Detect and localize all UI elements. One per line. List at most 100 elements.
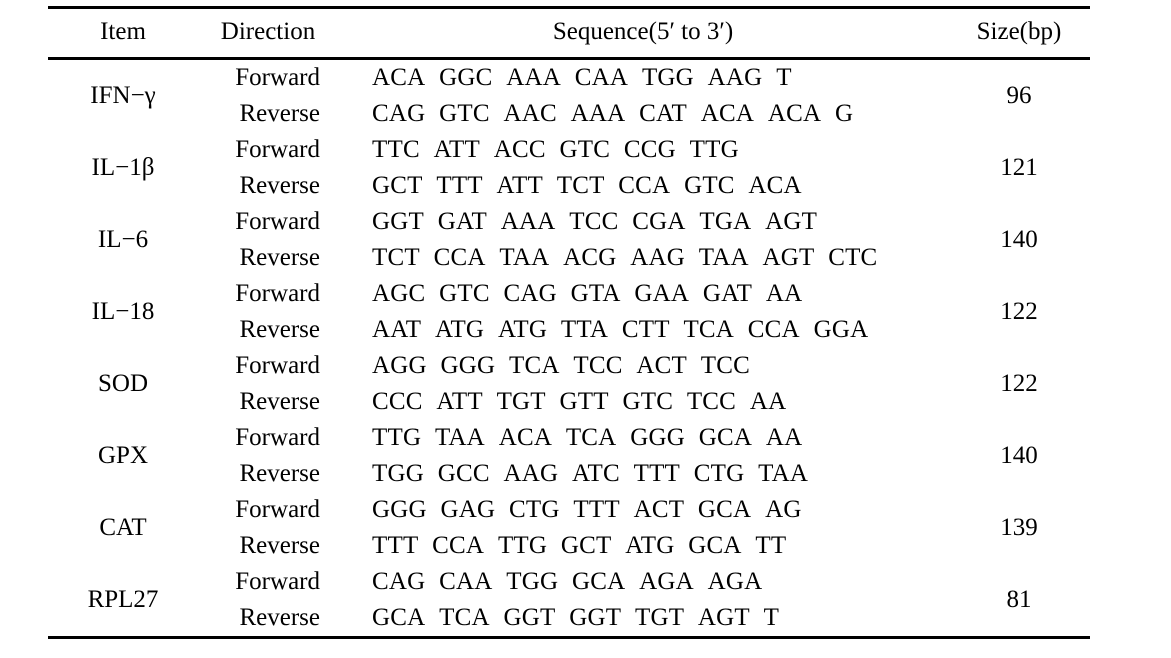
codon: GGG xyxy=(440,352,496,380)
codon: TGG xyxy=(372,460,424,488)
cell-sequence-forward: TTC ATT ACC GTC CCG TTG xyxy=(338,132,948,168)
cell-sequence-reverse: CAG GTC AAC AAA CAT ACA ACA G xyxy=(338,96,948,132)
codon: CAG xyxy=(372,100,426,128)
codon: CCG xyxy=(623,136,676,164)
codon: TTC xyxy=(372,136,420,164)
table-row: CAT Forward GGG GAG CTG TTT ACT GCA AG 139 xyxy=(48,492,1090,540)
codon: GTC xyxy=(439,280,490,308)
codon: TCA xyxy=(565,424,617,452)
cell-item: GPX xyxy=(97,442,148,470)
cell-size: 81 xyxy=(1006,586,1032,614)
cell-direction-reverse: Reverse xyxy=(239,532,320,560)
cell-size: 140 xyxy=(1000,442,1038,470)
codon: AAG xyxy=(630,244,685,272)
codon: GGT xyxy=(503,604,556,632)
codon: TTT xyxy=(573,496,620,524)
cell-direction-reverse: Reverse xyxy=(239,244,320,272)
cell-sequence-forward: CAG CAA TGG GCA AGA AGA xyxy=(338,564,948,600)
cell-direction-reverse: Reverse xyxy=(239,316,320,344)
codon: ACA xyxy=(767,100,822,128)
sequence-text-forward: TTG TAA ACA TCA GGG GCA AA xyxy=(372,424,802,451)
codon: CCC xyxy=(372,388,423,416)
codon: GTC xyxy=(439,100,490,128)
table-footer xyxy=(48,636,1090,640)
cell-sequence-forward: GGG GAG CTG TTT ACT GCA AG xyxy=(338,492,948,528)
codon: TCC xyxy=(569,208,619,236)
cell-sequence-reverse: TCT CCA TAA ACG AAG TAA AGT CTC xyxy=(338,240,948,276)
codon: TCA xyxy=(439,604,490,632)
codon: AAA xyxy=(570,100,626,128)
codon: TCC xyxy=(700,352,750,380)
cell-size: 96 xyxy=(1006,82,1032,110)
codon: AGT xyxy=(762,244,815,272)
cell-direction-forward: Forward xyxy=(235,424,320,452)
codon: AAA xyxy=(500,208,556,236)
cell-direction-forward: Forward xyxy=(235,352,320,380)
cell-size: 122 xyxy=(1000,370,1038,398)
codon: GCC xyxy=(437,460,490,488)
codon: ACG xyxy=(563,244,617,272)
codon: GGT xyxy=(372,208,424,236)
header-row: Item Direction Sequence(5′ to 3′) Size(b… xyxy=(48,9,1090,58)
table-row: Reverse GCT TTT ATT TCT CCA GTC ACA xyxy=(48,168,1090,204)
table-row: GPX Forward TTG TAA ACA TCA GGG GCA AA 140 xyxy=(48,420,1090,468)
codon: TT xyxy=(755,532,787,560)
codon: TTG xyxy=(497,532,548,560)
codon: GCT xyxy=(560,532,612,560)
table-row: Reverse GCA TCA GGT GGT TGT AGT T xyxy=(48,600,1090,638)
table-row: Reverse CCC ATT TGT GTT GTC TCC AA xyxy=(48,384,1090,420)
codon: AGC xyxy=(372,280,426,308)
codon: TTT xyxy=(633,460,681,488)
codon: GTC xyxy=(622,388,674,416)
codon: GTT xyxy=(559,388,609,416)
table-row: Reverse TTT CCA TTG GCT ATG GCA TT xyxy=(48,528,1090,564)
sequence-text-reverse: CAG GTC AAC AAA CAT ACA ACA G xyxy=(372,100,853,127)
codon: TGT xyxy=(496,388,546,416)
codon: TTA xyxy=(560,316,609,344)
cell-item: IL−1β xyxy=(91,154,155,182)
column-header-size: Size(bp) xyxy=(976,18,1062,45)
table-row: IL−18 Forward AGC GTC CAG GTA GAA GAT AA 122 xyxy=(48,276,1090,324)
sequence-text-reverse: AAT ATG ATG TTA CTT TCA CCA GGA xyxy=(372,316,868,343)
codon: CAT xyxy=(639,100,687,128)
codon: GTC xyxy=(684,172,735,200)
codon: AGA xyxy=(707,568,763,596)
cell-direction-forward: Forward xyxy=(235,64,320,92)
cell-item: RPL27 xyxy=(87,586,159,614)
codon: TAA xyxy=(698,244,749,272)
sequence-text-reverse: TGG GCC AAG ATC TTT CTG TAA xyxy=(372,460,808,487)
cell-item: IL−18 xyxy=(91,298,155,326)
codon: TCA xyxy=(683,316,735,344)
sequence-text-reverse: GCT TTT ATT TCT CCA GTC ACA xyxy=(372,172,802,199)
codon: AGA xyxy=(639,568,694,596)
cell-sequence-reverse: GCT TTT ATT TCT CCA GTC ACA xyxy=(338,168,948,204)
codon: CCA xyxy=(618,172,671,200)
codon: TGT xyxy=(634,604,685,632)
cell-sequence-reverse: CCC ATT TGT GTT GTC TCC AA xyxy=(338,384,948,420)
codon: ACA xyxy=(498,424,553,452)
codon: ACT xyxy=(636,352,687,380)
table-row: Reverse TGG GCC AAG ATC TTT CTG TAA xyxy=(48,456,1090,492)
cell-size: 122 xyxy=(1000,298,1038,326)
codon: CCA xyxy=(433,244,486,272)
sequence-text-reverse: TTT CCA TTG GCT ATG GCA TT xyxy=(372,532,786,559)
codon: ACA xyxy=(372,64,426,92)
cell-sequence-reverse: TTT CCA TTG GCT ATG GCA TT xyxy=(338,528,948,564)
codon: GAT xyxy=(437,208,487,236)
codon: TCT xyxy=(556,172,605,200)
codon: TAA xyxy=(499,244,550,272)
cell-item: IFN−γ xyxy=(90,82,156,110)
codon: CCA xyxy=(747,316,800,344)
codon: GCA xyxy=(698,424,753,452)
sequence-text-reverse: TCT CCA TAA ACG AAG TAA AGT CTC xyxy=(372,244,877,271)
codon: ATT xyxy=(436,388,483,416)
page: Item Direction Sequence(5′ to 3′) Size(b… xyxy=(0,0,1171,658)
codon: TAA xyxy=(434,424,485,452)
table-row: IFN−γ Forward ACA GGC AAA CAA TGG AAG T 96 xyxy=(48,60,1090,108)
table-bottom-rule xyxy=(48,636,1090,640)
cell-direction-forward: Forward xyxy=(235,280,320,308)
cell-sequence-reverse: GCA TCA GGT GGT TGT AGT T xyxy=(338,600,948,638)
codon: CAG xyxy=(372,568,426,596)
cell-direction-reverse: Reverse xyxy=(239,604,320,632)
codon: GGG xyxy=(372,496,427,524)
